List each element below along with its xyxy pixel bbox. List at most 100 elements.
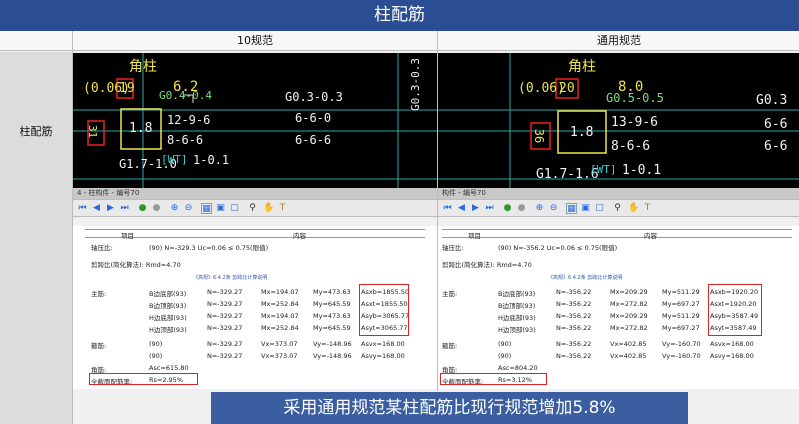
zoom-in-icon[interactable]: ⊕ (534, 203, 545, 214)
window-title-right: 构件 - 编号70 (438, 188, 799, 199)
highlight-main-rebar (359, 284, 409, 336)
report-right: 项目 内容 轴压比: (90) N=-356.2 Uc=0.06 ≤ 0.75(… (438, 226, 799, 389)
axial-label: 轴压比: (91, 244, 113, 252)
stirrup-row-cell: (90) (498, 340, 512, 348)
main-rebar-label: 主筋: (442, 290, 458, 298)
report-h2: 内容 (644, 232, 657, 240)
rebar-row-cell: Mx=194.07 (261, 288, 299, 296)
zoom-out-icon[interactable]: ⊖ (183, 203, 194, 214)
report-left: 项目 内容 轴压比: (90) N=-329.3 Uc=0.06 ≤ 0.75(… (73, 226, 437, 389)
rebar-line-2: 8-6-6 (611, 139, 651, 154)
stirrup-row-cell: (90) (149, 352, 163, 360)
stirrup-label: 箍筋: (442, 342, 458, 350)
cad-view-left[interactable]: 角柱 (0.06) 19 6.2 G0.4-0.4 31 1.8 12-9-6 … (73, 53, 437, 188)
stop-icon[interactable]: ● (151, 203, 162, 214)
report-header-line (442, 229, 792, 238)
corner-column-label: 角柱 (568, 59, 596, 75)
rebar-row-cell: Mx=209.29 (610, 288, 648, 296)
rebar-row-cell: My=511.29 (662, 288, 700, 296)
wt-tag: [WT] (590, 163, 617, 176)
ratio-box-value: 19 (119, 81, 135, 96)
col2-line-1: 6-6 (764, 117, 788, 132)
next-page-icon[interactable]: ▶ (470, 203, 481, 214)
corner-rebar-value: Asc=615.80 (149, 364, 189, 372)
col2-line-2: 6-6-6 (295, 133, 332, 147)
stop-icon[interactable]: ● (516, 203, 527, 214)
stirrup-row-cell: Asvy=168.00 (710, 352, 754, 360)
text-select-icon[interactable]: T (642, 203, 653, 214)
rebar-row-cell: B边顶部(93) (149, 302, 187, 310)
center-value: 1.8 (129, 121, 153, 136)
rebar-row-cell: My=473.63 (313, 288, 351, 296)
header-10-code: 10规范 (237, 34, 273, 47)
stirrup-row-cell: Vx=373.07 (261, 340, 298, 348)
fit-page-icon[interactable]: ▦ (566, 203, 577, 214)
fit-page-icon[interactable]: ▦ (201, 203, 212, 214)
rebar-row-cell: My=645.59 (313, 300, 351, 308)
toolbar-right: ⏮ ◀ ▶ ⏭ ● ● ⊕ ⊖ ▦ ▣ ▢ ⚲ ✋ T (438, 199, 799, 217)
stirrup-row-cell: Vy=-148.96 (313, 352, 352, 360)
stirrup-row-cell: N=-329.27 (207, 352, 243, 360)
rebar-row-cell: Mx=209.29 (610, 312, 648, 320)
row-label-blank (0, 234, 72, 424)
fit-width-icon[interactable]: ▣ (215, 203, 226, 214)
hand-tool-icon[interactable]: ✋ (628, 203, 639, 214)
stirrup-row-cell: Vx=402.85 (610, 340, 647, 348)
first-page-icon[interactable]: ⏮ (77, 203, 88, 214)
ratio-text: (0.06) (518, 81, 565, 96)
stirrup-row-cell: (90) (498, 352, 512, 360)
last-page-icon[interactable]: ⏭ (484, 203, 495, 214)
rebar-row-cell: H边底部(93) (149, 314, 187, 322)
text-select-icon[interactable]: T (277, 203, 288, 214)
col2-line-2: 6-6 (764, 139, 788, 154)
toolbar-left: ⏮ ◀ ▶ ⏭ ● ● ⊕ ⊖ ▦ ▣ ▢ ⚲ ✋ T (73, 199, 437, 217)
rebar-row-cell: Mx=252.84 (261, 300, 299, 308)
next-page-icon[interactable]: ▶ (105, 203, 116, 214)
header-general-code: 通用规范 (597, 34, 641, 47)
rebar-row-cell: My=511.29 (662, 312, 700, 320)
fit-width-icon[interactable]: ▣ (580, 203, 591, 214)
rebar-row-cell: My=645.59 (313, 324, 351, 332)
report-h1: 项目 (468, 232, 481, 240)
stirrup-row-cell: Asvy=168.00 (361, 352, 405, 360)
stirrup-row-cell: Vy=-160.70 (662, 340, 701, 348)
g-top: G0.5-0.5 (606, 91, 664, 105)
prev-page-icon[interactable]: ◀ (91, 203, 102, 214)
actual-size-icon[interactable]: ▢ (594, 203, 605, 214)
rebar-line-1: 12-9-6 (167, 113, 211, 127)
center-value: 1.8 (570, 125, 594, 140)
corner-column-label: 角柱 (129, 59, 157, 75)
refresh-icon[interactable]: ● (137, 203, 148, 214)
find-icon[interactable]: ⚲ (612, 203, 623, 214)
find-icon[interactable]: ⚲ (247, 203, 258, 214)
axial-label: 轴压比: (442, 244, 464, 252)
rebar-row-cell: My=697.27 (662, 324, 700, 332)
zoom-in-icon[interactable]: ⊕ (169, 203, 180, 214)
rebar-row-cell: Mx=194.07 (261, 312, 299, 320)
rebar-line-1: 13-9-6 (611, 115, 658, 130)
last-page-icon[interactable]: ⏭ (119, 203, 130, 214)
rebar-row-cell: N=-329.27 (207, 300, 243, 308)
stirrup-row-cell: Vx=402.85 (610, 352, 647, 360)
stirrup-label: 箍筋: (91, 342, 107, 350)
stirrup-row-cell: N=-329.27 (207, 340, 243, 348)
zoom-out-icon[interactable]: ⊖ (548, 203, 559, 214)
hand-tool-icon[interactable]: ✋ (263, 203, 274, 214)
report-header-line (85, 229, 425, 238)
rebar-row-cell: B边底部(93) (498, 290, 536, 298)
rebar-row-cell: B边顶部(93) (498, 302, 536, 310)
row-label: 柱配筋 (0, 52, 72, 234)
refresh-icon[interactable]: ● (502, 203, 513, 214)
first-page-icon[interactable]: ⏮ (442, 203, 453, 214)
rebar-row-cell: B边底部(93) (149, 290, 187, 298)
actual-size-icon[interactable]: ▢ (229, 203, 240, 214)
prev-page-icon[interactable]: ◀ (456, 203, 467, 214)
axial-value: (90) N=-356.2 Uc=0.06 ≤ 0.75(限值) (498, 244, 618, 252)
wt-tag: [WT] (161, 153, 188, 166)
column-header-row: 10规范 通用规范 (0, 31, 799, 51)
conclusion-caption: 采用通用规范某柱配筋比现行规范增加5.8% (211, 392, 688, 424)
cad-view-right[interactable]: 角柱 (0.06) 20 8.0 G0.5-0.5 36 1.8 13-9-6 … (438, 53, 799, 188)
stirrup-row-cell: Vy=-148.96 (313, 340, 352, 348)
g-col2: G0.3 (756, 93, 788, 108)
stirrup-row-cell: N=-356.22 (556, 340, 592, 348)
